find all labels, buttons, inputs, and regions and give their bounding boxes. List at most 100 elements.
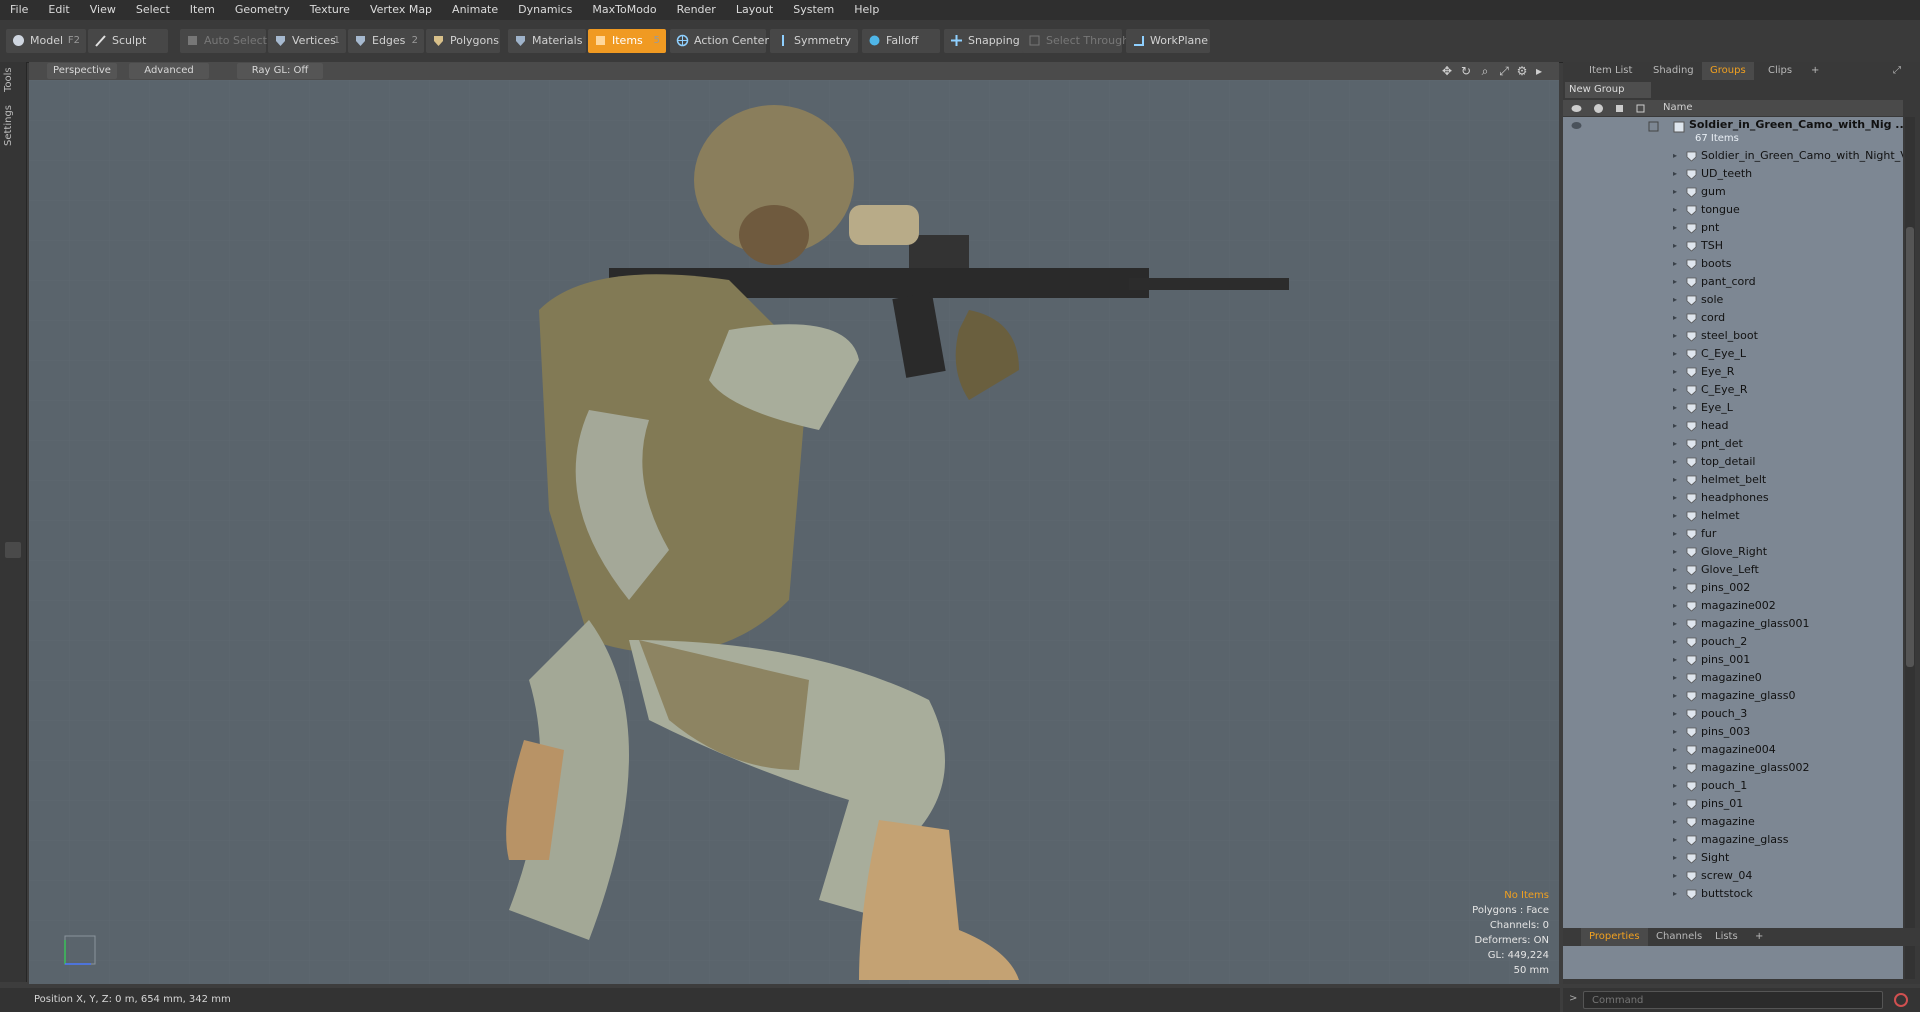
expand-arrow-icon[interactable]: ▸ — [1673, 201, 1677, 219]
expand-arrow-icon[interactable]: ▸ — [1673, 219, 1677, 237]
scrollbar-thumb[interactable] — [1906, 227, 1914, 667]
menu-maxtomodo[interactable]: MaxToModo — [582, 0, 666, 20]
tab-groups[interactable]: Groups — [1702, 62, 1754, 80]
maximize-view-icon[interactable]: ⤢ — [1497, 64, 1511, 78]
viewport-menu-arrow-icon[interactable]: ▸ — [1532, 64, 1546, 78]
expand-arrow-icon[interactable]: ▸ — [1673, 435, 1677, 453]
group-item-row[interactable]: ▸ pnt_det — [1563, 435, 1903, 453]
zoom-view-icon[interactable]: ⌕ — [1478, 64, 1492, 78]
menu-file[interactable]: File — [0, 0, 38, 20]
group-item-row[interactable]: ▸ UD_teeth — [1563, 165, 1903, 183]
expand-arrow-icon[interactable]: ▸ — [1673, 597, 1677, 615]
visibility-eye-icon[interactable] — [1571, 121, 1582, 130]
group-item-row[interactable]: ▸ magazine_glass002 — [1563, 759, 1903, 777]
expand-arrow-icon[interactable]: ▸ — [1673, 543, 1677, 561]
settings-tab[interactable]: Settings — [3, 102, 23, 148]
group-item-row[interactable]: ▸ headphones — [1563, 489, 1903, 507]
menu-render[interactable]: Render — [667, 0, 726, 20]
group-checkbox-icon[interactable] — [1648, 121, 1659, 132]
group-item-row[interactable]: ▸ fur — [1563, 525, 1903, 543]
expand-arrow-icon[interactable]: ▸ — [1673, 345, 1677, 363]
render-column-icon[interactable] — [1593, 103, 1604, 114]
expand-arrow-icon[interactable]: ▸ — [1673, 651, 1677, 669]
expand-arrow-icon[interactable]: ▸ — [1673, 309, 1677, 327]
group-item-row[interactable]: ▸ pouch_3 — [1563, 705, 1903, 723]
menu-dynamics[interactable]: Dynamics — [508, 0, 582, 20]
expand-arrow-icon[interactable]: ▸ — [1673, 507, 1677, 525]
menu-texture[interactable]: Texture — [300, 0, 360, 20]
group-item-row[interactable]: ▸ magazine_glass001 — [1563, 615, 1903, 633]
record-icon[interactable] — [1893, 992, 1909, 1008]
expand-arrow-icon[interactable]: ▸ — [1673, 579, 1677, 597]
group-item-row[interactable]: ▸ Glove_Right — [1563, 543, 1903, 561]
menu-animate[interactable]: Animate — [442, 0, 508, 20]
group-item-row[interactable]: ▸ Eye_R — [1563, 363, 1903, 381]
symmetry-button[interactable]: Symmetry — [770, 29, 858, 53]
expand-arrow-icon[interactable]: ▸ — [1673, 849, 1677, 867]
tab-item-list[interactable]: Item List — [1581, 62, 1640, 80]
auto-select-button[interactable]: Auto Select — [180, 29, 267, 53]
add-property-tab-icon[interactable]: + — [1747, 928, 1771, 946]
expand-arrow-icon[interactable]: ▸ — [1673, 633, 1677, 651]
expand-panel-icon[interactable]: ⤢ — [1885, 62, 1909, 80]
group-item-row[interactable]: ▸ magazine — [1563, 813, 1903, 831]
group-item-row[interactable]: ▸ pins_001 — [1563, 651, 1903, 669]
workplane-button[interactable]: WorkPlane — [1126, 29, 1210, 53]
expand-arrow-icon[interactable]: ▸ — [1673, 831, 1677, 849]
3d-viewport[interactable]: Perspective Advanced Ray GL: Off ✥ ↻ ⌕ ⤢… — [29, 62, 1559, 984]
tab-shading[interactable]: Shading — [1645, 62, 1702, 80]
expand-arrow-icon[interactable]: ▸ — [1673, 237, 1677, 255]
menu-layout[interactable]: Layout — [726, 0, 783, 20]
group-item-row[interactable]: ▸ pnt — [1563, 219, 1903, 237]
tools-tab[interactable]: Tools — [3, 66, 23, 94]
sculpt-mode-button[interactable]: Sculpt — [88, 29, 168, 53]
expand-arrow-icon[interactable]: ▸ — [1673, 291, 1677, 309]
expand-arrow-icon[interactable]: ▸ — [1673, 813, 1677, 831]
expand-arrow-icon[interactable]: ▸ — [1673, 399, 1677, 417]
expand-arrow-icon[interactable]: ▸ — [1673, 453, 1677, 471]
expand-arrow-icon[interactable]: ▸ — [1673, 723, 1677, 741]
menu-edit[interactable]: Edit — [38, 0, 79, 20]
expand-arrow-icon[interactable]: ▸ — [1673, 741, 1677, 759]
expand-arrow-icon[interactable]: ▸ — [1673, 867, 1677, 885]
group-item-row[interactable]: ▸ head — [1563, 417, 1903, 435]
expand-arrow-icon[interactable]: ▸ — [1673, 777, 1677, 795]
expand-arrow-icon[interactable]: ▸ — [1673, 489, 1677, 507]
move-view-icon[interactable]: ✥ — [1440, 64, 1454, 78]
menu-vertex-map[interactable]: Vertex Map — [360, 0, 442, 20]
menu-item[interactable]: Item — [180, 0, 225, 20]
expand-arrow-icon[interactable]: ▸ — [1673, 363, 1677, 381]
group-item-row[interactable]: ▸ C_Eye_L — [1563, 345, 1903, 363]
falloff-button[interactable]: Falloff — [862, 29, 940, 53]
menu-geometry[interactable]: Geometry — [225, 0, 300, 20]
select-through-button[interactable]: Select Through — [1022, 29, 1129, 53]
group-item-row[interactable]: ▸ steel_boot — [1563, 327, 1903, 345]
group-item-row[interactable]: ▸ Soldier_in_Green_Camo_with_Night_V... — [1563, 147, 1903, 165]
menu-system[interactable]: System — [783, 0, 844, 20]
group-item-row[interactable]: ▸ Eye_L — [1563, 399, 1903, 417]
expand-arrow-icon[interactable]: ▸ — [1673, 759, 1677, 777]
new-group-button[interactable]: New Group — [1565, 82, 1651, 98]
group-item-row[interactable]: ▸ tongue — [1563, 201, 1903, 219]
group-item-row[interactable]: ▸ pins_01 — [1563, 795, 1903, 813]
items-button[interactable]: Items 5 — [588, 29, 666, 53]
select-column-icon[interactable] — [1635, 103, 1646, 114]
expand-arrow-icon[interactable]: ▸ — [1673, 795, 1677, 813]
expand-arrow-icon[interactable]: ▸ — [1673, 417, 1677, 435]
action-center-button[interactable]: Action Center — [670, 29, 769, 53]
group-item-row[interactable]: ▸ pouch_2 — [1563, 633, 1903, 651]
expand-arrow-icon[interactable]: ▸ — [1673, 525, 1677, 543]
tab-clips[interactable]: Clips — [1760, 62, 1800, 80]
group-item-row[interactable]: ▸ C_Eye_R — [1563, 381, 1903, 399]
eye-column-icon[interactable] — [1571, 104, 1582, 113]
groups-scrollbar[interactable] — [1905, 117, 1915, 979]
group-item-row[interactable]: ▸ Sight — [1563, 849, 1903, 867]
name-column-header[interactable]: Name — [1663, 100, 1693, 116]
advanced-shading-button[interactable]: Advanced — [129, 63, 209, 79]
expand-arrow-icon[interactable]: ▸ — [1673, 381, 1677, 399]
expand-arrow-icon[interactable]: ▸ — [1673, 471, 1677, 489]
group-item-row[interactable]: ▸ pouch_1 — [1563, 777, 1903, 795]
vertices-button[interactable]: Vertices 1 — [268, 29, 346, 53]
tab-lists[interactable]: Lists — [1707, 928, 1746, 946]
expand-arrow-icon[interactable]: ▸ — [1673, 255, 1677, 273]
